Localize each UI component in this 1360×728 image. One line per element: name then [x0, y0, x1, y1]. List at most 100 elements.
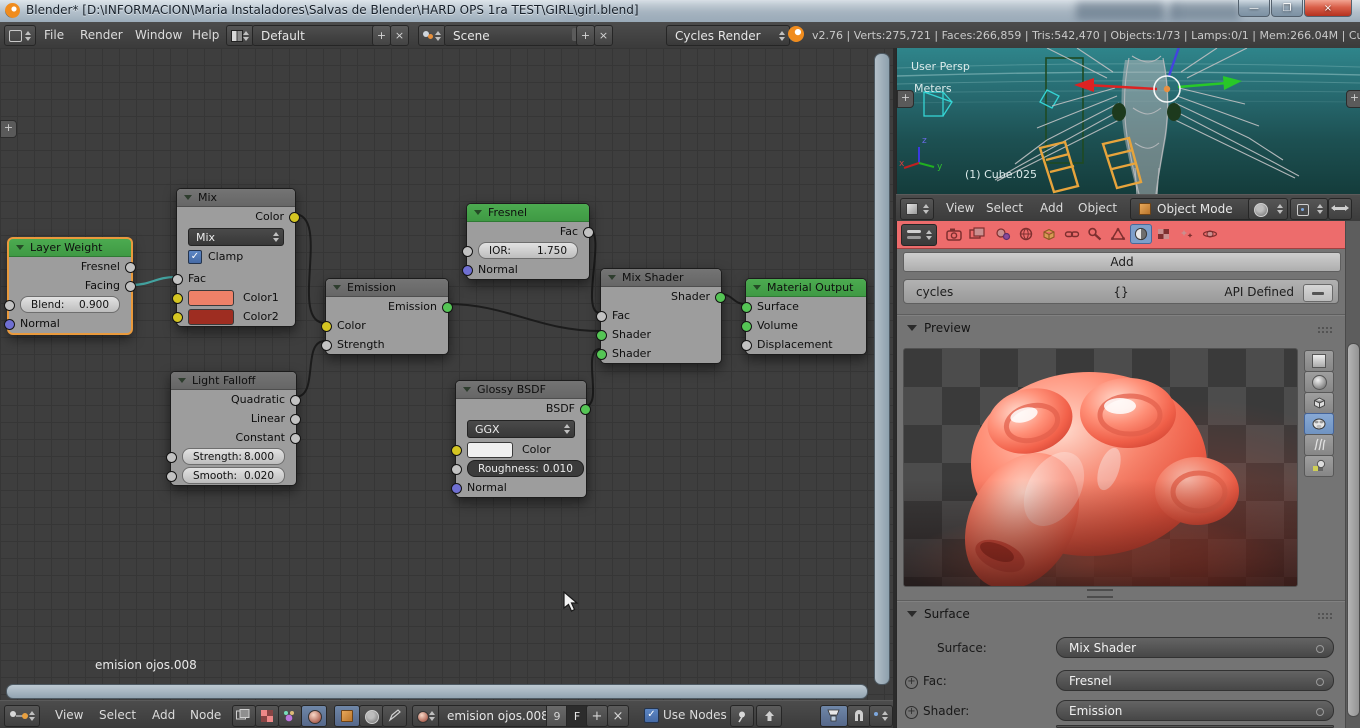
color2-swatch[interactable] [188, 308, 234, 325]
scene-selector-icon-button[interactable] [418, 25, 446, 46]
surface-panel-header[interactable]: Surface [907, 607, 970, 621]
socket-input-displacement[interactable] [741, 340, 752, 351]
tab-modifiers[interactable] [1084, 224, 1106, 244]
node-layer-weight[interactable]: Layer Weight Fresnel Facing Blend: 0.900… [4, 238, 136, 334]
region-expand-tab[interactable]: + [897, 90, 914, 108]
linestyle-shader-button[interactable] [382, 705, 407, 727]
preview-sphere-button[interactable] [1304, 371, 1334, 393]
shader-tree-button-active[interactable] [301, 705, 327, 727]
menu-select[interactable]: Select [986, 201, 1023, 215]
vertical-scrollbar[interactable] [874, 53, 890, 685]
menu-render[interactable]: Render [80, 28, 123, 42]
tab-object-data[interactable] [1107, 224, 1129, 244]
tab-constraints[interactable] [1061, 224, 1083, 244]
clamp-checkbox[interactable]: ✓ [188, 249, 202, 264]
node-mix[interactable]: Mix Color Mix ✓ Clamp Fac Color1 Color2 [172, 188, 300, 327]
socket-input-strength[interactable] [321, 340, 332, 351]
socket-input-color2[interactable] [172, 312, 183, 323]
editor-type-button[interactable] [900, 198, 934, 220]
socket-output-bsdf[interactable] [580, 404, 591, 415]
surface-shader-dropdown[interactable]: Mix Shader [1056, 637, 1334, 658]
menu-file[interactable]: File [44, 28, 64, 42]
new-material-button[interactable]: + [586, 705, 608, 727]
panel-drag-dots-icon[interactable] [1317, 612, 1333, 619]
socket-output-quadratic[interactable] [290, 395, 301, 406]
roughness-slider[interactable]: Roughness: 0.010 [467, 460, 584, 477]
preview-flat-button[interactable] [1304, 350, 1334, 372]
editor-type-button[interactable] [901, 224, 937, 246]
tab-render[interactable] [943, 224, 965, 244]
scene-close-button[interactable]: × [594, 25, 613, 46]
glossy-color-swatch[interactable] [467, 441, 513, 458]
socket-input-blend[interactable] [4, 300, 15, 311]
socket-input-smooth[interactable] [166, 471, 177, 482]
collapse-triangle-icon[interactable] [608, 275, 616, 280]
material-datablock-row[interactable]: cycles {} API Defined [903, 279, 1339, 304]
panel-resize-grip[interactable] [1087, 589, 1113, 598]
compositing-tree-button[interactable] [278, 705, 302, 727]
socket-input-normal[interactable] [4, 319, 15, 330]
tab-object[interactable] [1038, 224, 1060, 244]
socket-output-emission[interactable] [442, 302, 453, 313]
editor-type-button[interactable] [4, 25, 36, 46]
socket-input-shader2[interactable] [596, 349, 607, 360]
preview-cube-button[interactable] [1304, 392, 1334, 414]
smooth-slider[interactable]: Smooth: 0.020 [182, 467, 285, 484]
collapse-triangle-icon[interactable] [184, 195, 192, 200]
preview-hair-button[interactable] [1304, 434, 1334, 456]
region-expand-tab[interactable]: + [0, 120, 17, 138]
collapse-triangle-icon[interactable] [178, 378, 186, 383]
snap-mode-dropdown[interactable] [869, 705, 893, 727]
socket-input-volume[interactable] [741, 321, 752, 332]
render-engine-dropdown[interactable]: Cycles Render [666, 25, 790, 46]
node-emission[interactable]: Emission Emission Color Strength [321, 278, 453, 355]
node-light-falloff[interactable]: Light Falloff Quadratic Linear Constant … [166, 371, 301, 486]
manipulator-toggle-button[interactable] [1328, 198, 1352, 220]
tab-particles[interactable] [1176, 224, 1198, 244]
menu-view[interactable]: View [55, 708, 83, 722]
layout-add-button[interactable]: + [372, 25, 391, 46]
tab-scene[interactable] [992, 224, 1014, 244]
preview-checkersphere-button[interactable] [1304, 455, 1334, 477]
preview-monkey-button[interactable] [1304, 413, 1334, 435]
socket-input-normal[interactable] [462, 265, 473, 276]
node-mix-shader[interactable]: Mix Shader Shader Fac Shader Shader [596, 268, 726, 364]
tab-material[interactable] [1130, 224, 1152, 244]
socket-output-shader[interactable] [715, 292, 726, 303]
collapse-triangle-icon[interactable] [463, 387, 471, 392]
socket-input-color[interactable] [451, 445, 462, 456]
tab-physics[interactable] [1199, 224, 1221, 244]
menu-help[interactable]: Help [192, 28, 219, 42]
socket-input-ior[interactable] [462, 246, 473, 257]
socket-input-color[interactable] [321, 321, 332, 332]
panel-drag-dots-icon[interactable] [1317, 326, 1333, 333]
socket-output-linear[interactable] [290, 414, 301, 425]
layout-selector-icon-button[interactable] [226, 25, 254, 46]
tab-render-layers[interactable] [966, 224, 988, 244]
mix-blend-type-dropdown[interactable]: Mix [188, 228, 284, 246]
menu-window[interactable]: Window [135, 28, 182, 42]
tab-world[interactable] [1015, 224, 1037, 244]
minimize-button[interactable]: — [1238, 0, 1270, 17]
unlink-material-button[interactable]: × [607, 705, 629, 727]
blend-slider[interactable]: Blend: 0.900 [20, 296, 120, 313]
socket-output-color[interactable] [289, 212, 300, 223]
socket-output-facing[interactable] [125, 281, 136, 292]
region-expand-tab[interactable]: + [1346, 90, 1360, 108]
restore-button[interactable]: ❐ [1271, 0, 1303, 17]
material-users-count[interactable]: 9 [546, 705, 568, 727]
close-button[interactable]: × [1304, 0, 1352, 17]
collapse-triangle-icon[interactable] [16, 245, 24, 250]
menu-select[interactable]: Select [99, 708, 136, 722]
viewport-shading-dropdown[interactable] [1248, 198, 1288, 220]
layout-close-button[interactable]: × [390, 25, 409, 46]
socket-input-shader1[interactable] [596, 330, 607, 341]
object-shader-button[interactable] [334, 705, 360, 727]
browse-material-button[interactable] [412, 705, 440, 727]
texture-tree-button[interactable] [255, 705, 279, 727]
shader-expand-icon[interactable]: + [905, 706, 918, 719]
menu-object[interactable]: Object [1078, 201, 1117, 215]
socket-input-normal[interactable] [451, 483, 462, 494]
socket-input-roughness[interactable] [451, 464, 462, 475]
pin-button[interactable] [730, 705, 754, 727]
